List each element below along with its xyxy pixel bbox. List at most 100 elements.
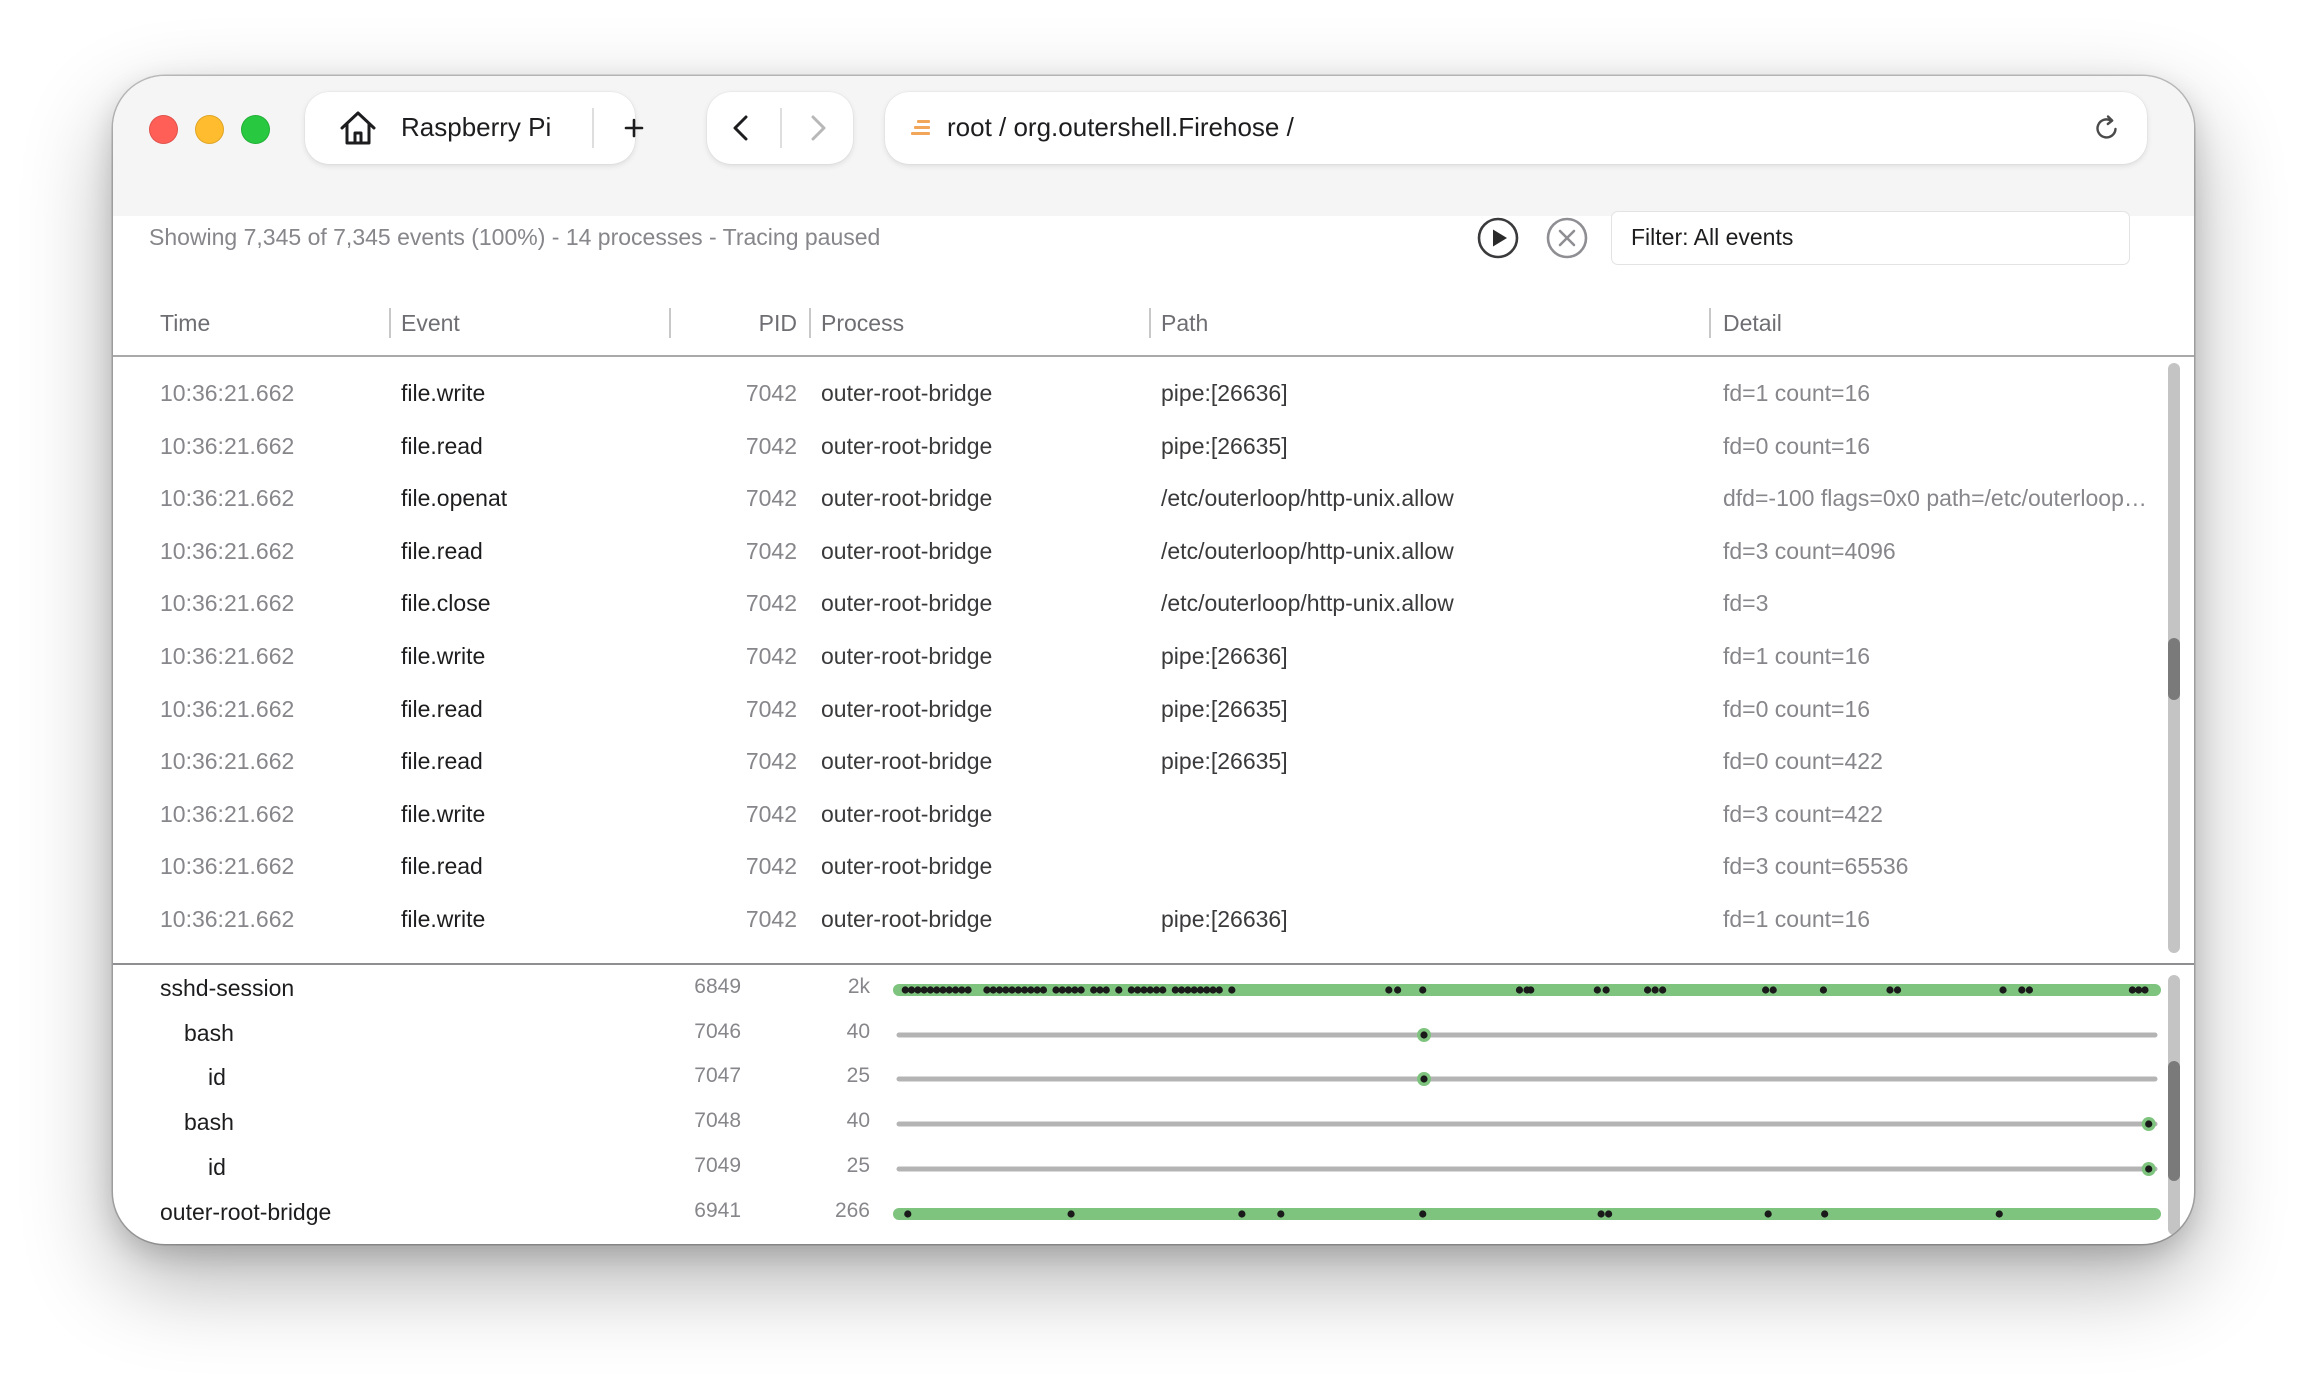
play-circle-icon[interactable]: [1476, 216, 1520, 260]
table-row[interactable]: 10:36:21.662 file.read 7042 outer-root-brid…: [113, 683, 2194, 735]
activity-timeline[interactable]: [893, 968, 2175, 1012]
table-scrollbar-thumb[interactable]: [2168, 638, 2180, 700]
event-marker: [1999, 986, 2007, 994]
event-marker: [1115, 986, 1123, 994]
column-header-detail[interactable]: Detail: [1723, 310, 1782, 337]
process-row[interactable]: id 7047 25: [113, 1057, 2194, 1101]
process-cell: outer-root-bridge: [821, 695, 993, 722]
activity-timeline[interactable]: [893, 1147, 2175, 1191]
activity-timeline[interactable]: [893, 1013, 2175, 1057]
process-scrollbar-thumb[interactable]: [2168, 1061, 2180, 1181]
zoom-window-button[interactable]: [241, 115, 270, 144]
event-marker: [1152, 986, 1161, 994]
column-divider[interactable]: [1149, 308, 1151, 338]
activity-timeline[interactable]: [893, 1102, 2175, 1146]
event-marker: [1605, 1209, 1613, 1218]
column-header-path[interactable]: Path: [1161, 310, 1208, 337]
chevron-right-icon[interactable]: [797, 108, 837, 148]
path-cell: pipe:[26635]: [1161, 432, 1288, 459]
table-row[interactable]: 10:36:21.662 file.write 7042 outer-root-bri…: [113, 630, 2194, 682]
table-row[interactable]: 10:36:21.662 file.openat 7042 outer-root-br…: [113, 472, 2194, 524]
column-divider[interactable]: [809, 308, 811, 338]
event-marker: [1134, 986, 1142, 994]
event-marker: [951, 986, 960, 994]
column-divider[interactable]: [1709, 308, 1711, 338]
activity-timeline[interactable]: [893, 1057, 2175, 1101]
event-marker: [1238, 1209, 1246, 1218]
process-row[interactable]: outer-root-bridge 6941 266: [113, 1192, 2194, 1236]
navigation-buttons: [707, 92, 853, 164]
pid-cell: 7042: [745, 800, 797, 827]
event-marker: [1052, 986, 1060, 994]
event-marker: [1008, 986, 1016, 994]
address-bar[interactable]: root / org.outershell.Firehose /: [885, 92, 2147, 164]
activity-timeline[interactable]: [893, 1236, 2175, 1244]
event-marker: [1184, 986, 1192, 994]
event-marker: [2145, 1165, 2153, 1173]
table-row[interactable]: 10:36:21.662 file.read 7042 outer-root-brid…: [113, 420, 2194, 472]
process-event-count: 25: [846, 1064, 870, 1088]
event-marker: [1071, 986, 1079, 994]
host-tab[interactable]: Raspberry Pi: [305, 92, 644, 164]
column-header-pid[interactable]: PID: [113, 310, 797, 337]
event-marker: [1821, 1209, 1829, 1218]
pid-cell: 7042: [745, 380, 797, 406]
detail-cell: fd=1 count=16: [1723, 906, 1871, 932]
table-row[interactable]: 10:36:21.662 file.read 7042 outer-root-brid…: [113, 525, 2194, 577]
process-event-count: 40: [846, 1019, 870, 1043]
process-row[interactable]: bash 7048 40: [113, 1102, 2194, 1146]
filter-label: Filter: All events: [1631, 224, 1794, 250]
event-marker: [1058, 986, 1066, 994]
plus-icon[interactable]: [615, 110, 653, 146]
table-row[interactable]: 10:36:21.662 file.write 7042 outer-root-bri…: [113, 788, 2194, 840]
process-row[interactable]: FilesBackend694398: [113, 1236, 2194, 1244]
detail-cell: fd=0 count=16: [1723, 432, 1871, 459]
process-event-count: 40: [846, 1109, 870, 1133]
column-header-process[interactable]: Process: [821, 310, 904, 337]
event-marker: [1659, 986, 1667, 994]
reload-icon[interactable]: [2091, 112, 2123, 144]
event-marker: [1394, 986, 1402, 994]
minimize-window-button[interactable]: [195, 115, 224, 144]
event-marker: [1651, 986, 1659, 994]
detail-cell: fd=3 count=422: [1723, 800, 1883, 827]
path-cell: pipe:[26636]: [1161, 380, 1288, 406]
filter-field[interactable]: Filter: All events: [1611, 211, 2130, 265]
event-marker: [1602, 986, 1610, 994]
process-timeline[interactable]: sshd-session 6849 2k bash 7046 40 id 7047 25 bash…: [113, 965, 2194, 1244]
chevron-left-icon[interactable]: [722, 108, 762, 148]
table-row[interactable]: 10:36:21.662 file.close 7042 outer-root-bri…: [113, 577, 2194, 629]
pid-cell: 7042: [745, 695, 797, 722]
table-row[interactable]: 10:36:21.662 file.write 7042 outer-root-bri…: [113, 893, 2194, 945]
event-marker: [1014, 986, 1022, 994]
event-marker: [1277, 1209, 1285, 1218]
event-marker: [1597, 1209, 1605, 1218]
process-row[interactable]: bash 7046 40: [113, 1013, 2194, 1057]
event-marker: [1146, 986, 1154, 994]
process-cell: outer-root-bridge: [821, 485, 993, 512]
event-marker: [1002, 986, 1010, 994]
detail-cell: fd=1 count=16: [1723, 643, 1871, 669]
event-table[interactable]: 10:36:21.662 file.write 7042 outer-root-bri…: [113, 357, 2194, 957]
event-marker: [1215, 986, 1223, 994]
process-row[interactable]: id 7049 25: [113, 1147, 2194, 1191]
activity-timeline[interactable]: [893, 1192, 2175, 1236]
table-row[interactable]: 10:36:21.662 file.read 7042 outer-root-brid…: [113, 840, 2194, 892]
close-window-button[interactable]: [149, 115, 178, 144]
host-label: Raspberry Pi: [401, 112, 552, 142]
event-marker: [907, 986, 916, 994]
event-marker: [920, 986, 928, 994]
event-marker: [1228, 986, 1236, 994]
process-cell: outer-root-bridge: [821, 537, 993, 564]
table-row[interactable]: 10:36:21.662 file.read 7042 outer-root-brid…: [113, 735, 2194, 787]
table-row[interactable]: 10:36:21.662 file.write 7042 outer-root-bri…: [113, 367, 2194, 419]
event-marker: [945, 986, 953, 994]
process-cell: outer-root-bridge: [821, 380, 993, 406]
event-marker: [1178, 986, 1186, 994]
x-circle-icon[interactable]: [1545, 216, 1589, 260]
path-cell: pipe:[26635]: [1161, 748, 1288, 775]
process-event-count: 2k: [847, 975, 870, 998]
address-path: root / org.outershell.Firehose /: [947, 112, 1294, 142]
process-row[interactable]: sshd-session 6849 2k: [113, 968, 2194, 1012]
detail-cell: fd=3: [1723, 590, 1769, 617]
